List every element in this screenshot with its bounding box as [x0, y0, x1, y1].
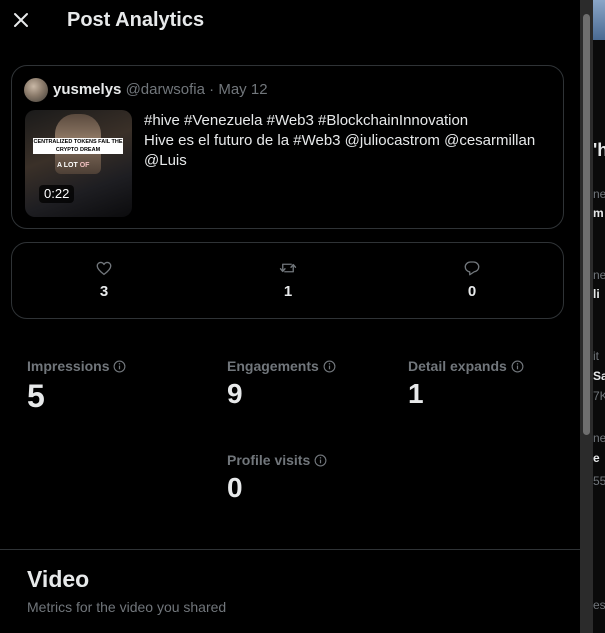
post-author-line: yusmelys @darwsofia · May 12 [53, 81, 268, 98]
thumbnail-banner: CENTRALIZED TOKENS FAIL THE CRYPTO DREAM [33, 138, 123, 154]
avatar[interactable] [24, 78, 48, 102]
engagements-value: 9 [227, 378, 243, 409]
impressions-metric: Impressions 5 [27, 358, 126, 415]
post-text: #hive #Venezuela #Web3 #BlockchainInnova… [144, 111, 554, 171]
profile-visits-label-row: Profile visits [227, 452, 327, 468]
author-handle[interactable]: @darwsofia [126, 81, 205, 98]
video-section-subtitle: Metrics for the video you shared [27, 599, 227, 615]
engagements-label-row: Engagements [227, 358, 336, 374]
background-text: ne [593, 431, 605, 445]
section-divider [0, 549, 580, 550]
background-timeline-peek: 'h ne m ne li it Sa 7K ne e 55 es [593, 0, 605, 633]
post-preview-card[interactable]: yusmelys @darwsofia · May 12 CENTRALIZED… [11, 65, 564, 229]
background-text: Sa [593, 369, 605, 383]
close-button[interactable] [11, 10, 31, 30]
detail-expands-label-row: Detail expands [408, 358, 524, 374]
thumbnail-caption-b: OF [79, 162, 90, 169]
background-text: it [593, 349, 599, 363]
video-thumbnail[interactable]: CENTRALIZED TOKENS FAIL THE CRYPTO DREAM… [25, 110, 132, 217]
likes-count: 3 [99, 283, 109, 300]
background-avatar [593, 0, 605, 40]
engagement-stats-card: 3 1 0 [11, 242, 564, 319]
heart-icon [96, 261, 112, 276]
close-icon [14, 13, 28, 27]
detail-expands-value: 1 [408, 378, 424, 409]
page-title: Post Analytics [67, 9, 205, 31]
post-date[interactable]: May 12 [218, 81, 267, 98]
info-icon[interactable] [511, 360, 524, 373]
thumbnail-caption-a: A LOT [57, 162, 78, 169]
detail-expands-label: Detail expands [408, 358, 507, 374]
impressions-value: 5 [27, 378, 45, 414]
profile-visits-label: Profile visits [227, 452, 311, 468]
post-text-line-1: #hive #Venezuela #Web3 #BlockchainInnova… [144, 112, 469, 129]
profile-visits-metric: Profile visits 0 [227, 452, 327, 504]
impressions-label-row: Impressions [27, 358, 126, 374]
reposts-count: 1 [283, 283, 293, 300]
info-icon[interactable] [323, 360, 336, 373]
replies-stat: 0 [442, 259, 502, 300]
post-text-line-2: Hive es el futuro de la #Web3 @juliocast… [144, 132, 536, 149]
impressions-label: Impressions [27, 358, 110, 374]
author-separator: · [209, 81, 215, 98]
background-text: li [593, 287, 600, 301]
likes-stat: 3 [74, 259, 134, 300]
engagements-label: Engagements [227, 358, 319, 374]
background-text: 7K [593, 389, 605, 403]
background-text: ne [593, 187, 605, 201]
background-text: m [593, 206, 604, 220]
thumbnail-caption: A LOT OF [57, 162, 89, 169]
repost-icon [279, 263, 297, 273]
post-analytics-modal: Post Analytics yusmelys @darwsofia · May… [0, 0, 580, 633]
info-icon[interactable] [113, 360, 126, 373]
video-duration-badge: 0:22 [39, 185, 75, 203]
background-text: es [593, 598, 605, 612]
info-icon[interactable] [314, 454, 327, 467]
post-text-line-3: @Luis [144, 152, 187, 169]
detail-expands-metric: Detail expands 1 [408, 358, 524, 410]
author-name[interactable]: yusmelys [53, 81, 121, 98]
video-section-title: Video [27, 566, 90, 592]
replies-count: 0 [467, 283, 477, 300]
profile-visits-value: 0 [227, 472, 243, 503]
background-text: 55 [593, 474, 605, 488]
reposts-stat: 1 [258, 259, 318, 300]
background-text: 'h [593, 140, 605, 160]
scrollbar-thumb[interactable] [583, 14, 590, 435]
modal-header: Post Analytics [0, 0, 580, 44]
background-text: ne [593, 268, 605, 282]
background-text: e [593, 451, 600, 465]
modal-scrollbar[interactable] [580, 0, 593, 633]
reply-icon [464, 261, 480, 276]
engagements-metric: Engagements 9 [227, 358, 336, 410]
